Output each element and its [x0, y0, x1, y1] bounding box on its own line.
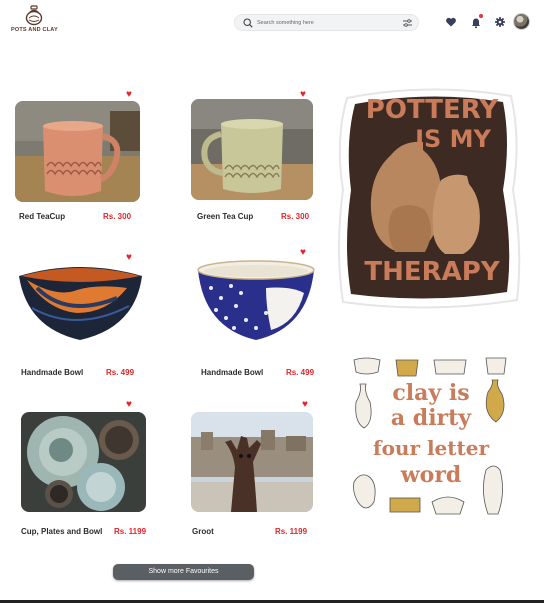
sticker-clay-dirty-word: clay is a dirty four letter word	[348, 352, 514, 522]
user-avatar[interactable]	[513, 13, 530, 30]
product-price: Rs. 1199	[275, 527, 308, 536]
product-image-red-teacup[interactable]	[15, 101, 140, 202]
product-image-groot[interactable]	[191, 412, 313, 512]
top-bar: POTS AND CLAY	[0, 0, 544, 44]
product-price: Rs. 300	[103, 212, 132, 221]
favourite-heart-icon[interactable]: ♥	[126, 400, 132, 410]
show-more-favourites-button[interactable]: Show more Favourites	[113, 564, 254, 580]
product-image-green-tea-cup[interactable]	[191, 99, 313, 200]
product-image-cup-plates-bowl[interactable]	[21, 412, 146, 512]
product-image-handmade-bowl-blue[interactable]	[196, 258, 316, 344]
product-name: Groot	[192, 527, 214, 536]
product-price: Rs. 300	[281, 212, 310, 221]
search-icon[interactable]	[243, 18, 253, 28]
sticker-pottery-therapy: POTTERY IS MY THERAPY	[333, 80, 525, 312]
product-name: Cup, Plates and Bowl	[21, 527, 103, 536]
favourite-heart-icon[interactable]: ♥	[302, 400, 308, 410]
page: POTS AND CLAY Search something here ♥ Re…	[0, 0, 544, 603]
sticker-line-4: word	[400, 462, 462, 488]
filter-sliders-icon[interactable]	[402, 18, 413, 28]
product-name: Handmade Bowl	[201, 368, 264, 377]
gear-icon[interactable]	[494, 16, 506, 28]
favourite-heart-icon[interactable]: ♥	[126, 90, 132, 100]
favourite-heart-icon[interactable]: ♥	[300, 248, 306, 258]
product-price: Rs. 1199	[114, 527, 147, 536]
product-image-handmade-bowl-dark[interactable]	[17, 258, 144, 350]
logo-text: POTS AND CLAY	[11, 27, 58, 33]
logo[interactable]: POTS AND CLAY	[11, 4, 58, 40]
sticker-line-2: IS MY	[415, 125, 491, 153]
sticker-line-2: a dirty	[390, 405, 472, 431]
sticker-line-1: clay is	[392, 380, 470, 406]
sticker-line-3: four letter	[372, 436, 490, 460]
favourite-heart-icon[interactable]: ♥	[300, 90, 306, 100]
favourite-heart-icon[interactable]: ♥	[126, 253, 132, 263]
product-name: Green Tea Cup	[197, 212, 254, 221]
sticker-line-3: THERAPY	[364, 257, 500, 287]
product-name: Red TeaCup	[19, 212, 66, 221]
product-price: Rs. 499	[286, 368, 315, 377]
search-bar[interactable]	[234, 14, 419, 31]
search-input[interactable]	[257, 17, 397, 29]
sticker-line-1: POTTERY	[365, 95, 499, 125]
favourites-heart-icon[interactable]	[445, 16, 457, 28]
product-name: Handmade Bowl	[21, 368, 84, 377]
bell-icon	[472, 18, 480, 29]
product-price: Rs. 499	[106, 368, 135, 377]
notification-badge	[479, 14, 483, 18]
notifications-bell[interactable]	[470, 14, 483, 29]
vase-logo-icon	[25, 5, 43, 26]
